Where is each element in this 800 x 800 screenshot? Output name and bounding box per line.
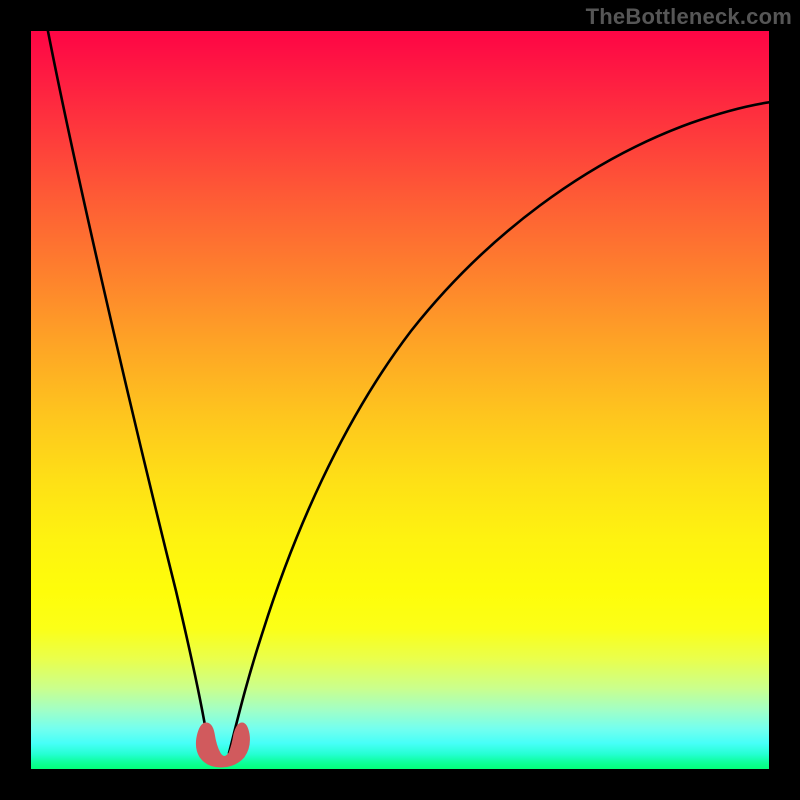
valley-blob <box>196 723 249 767</box>
watermark-text: TheBottleneck.com <box>586 4 792 30</box>
plot-area <box>31 31 769 769</box>
curve-left-branch <box>46 31 211 753</box>
bottleneck-curve <box>31 31 769 769</box>
curve-right-branch <box>229 101 769 753</box>
chart-frame: TheBottleneck.com <box>0 0 800 800</box>
